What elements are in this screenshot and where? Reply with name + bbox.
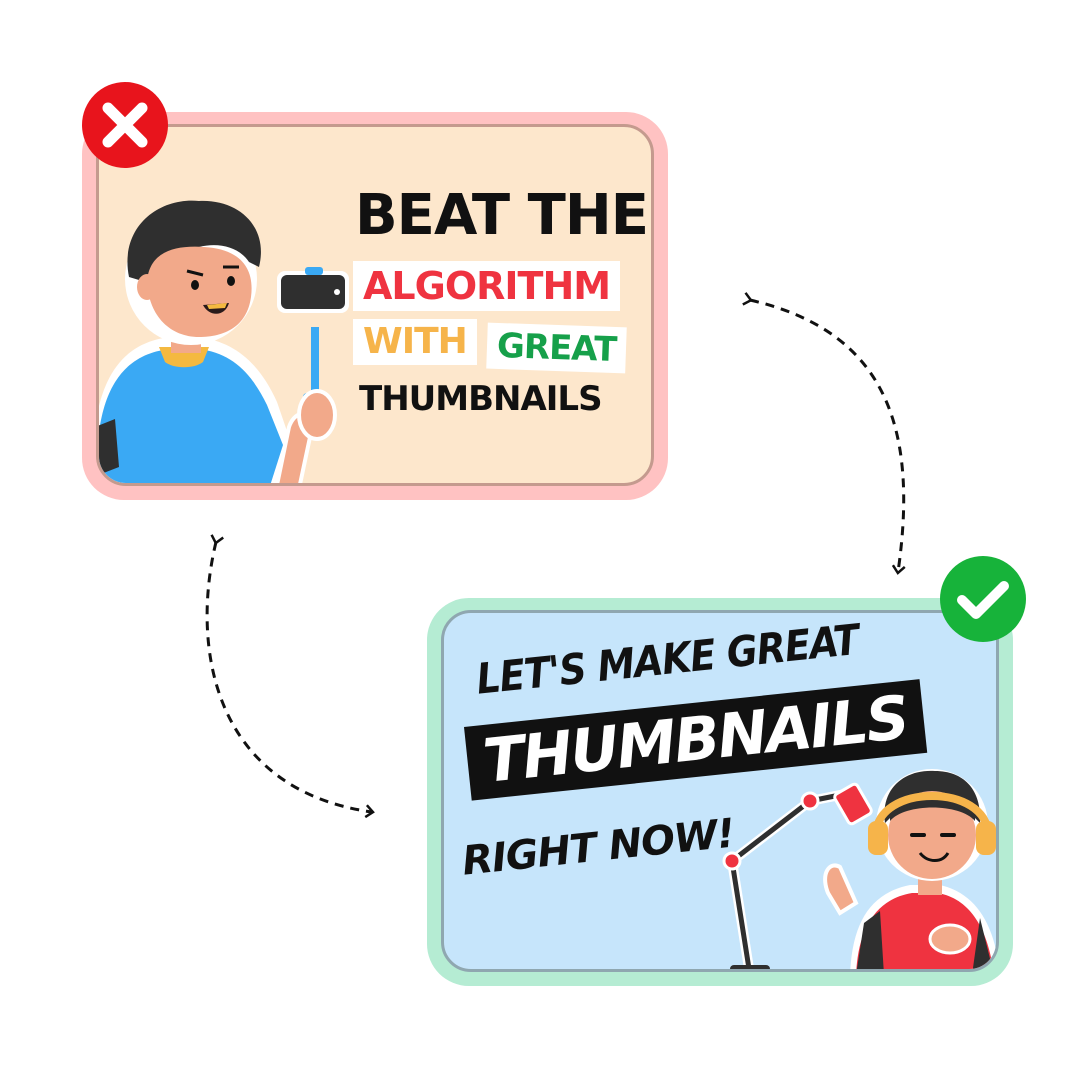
bad-title-line2: ALGORITHM <box>353 261 621 311</box>
boy-with-gimbal-illustration <box>99 200 337 483</box>
good-thumbnail: LET'S MAKE GREAT THUMBNAILS RIGHT NOW! <box>441 610 999 972</box>
cross-icon <box>82 82 168 168</box>
arrow-bottom-left <box>205 534 375 819</box>
podcaster-with-mic-illustration <box>722 769 996 969</box>
bad-title-line3a: WITH <box>353 319 477 365</box>
bad-title-line4: THUMBNAILS <box>359 379 603 419</box>
phone-on-gimbal-icon <box>277 267 349 313</box>
bad-title-line3b: GREAT <box>486 322 627 374</box>
arrow-top-right <box>742 292 906 575</box>
bad-thumbnail: BEAT THE ALGORITHM WITH GREAT THUMBNAILS <box>96 124 654 486</box>
bad-title-line1: BEAT THE <box>355 183 649 248</box>
check-icon <box>940 556 1026 642</box>
